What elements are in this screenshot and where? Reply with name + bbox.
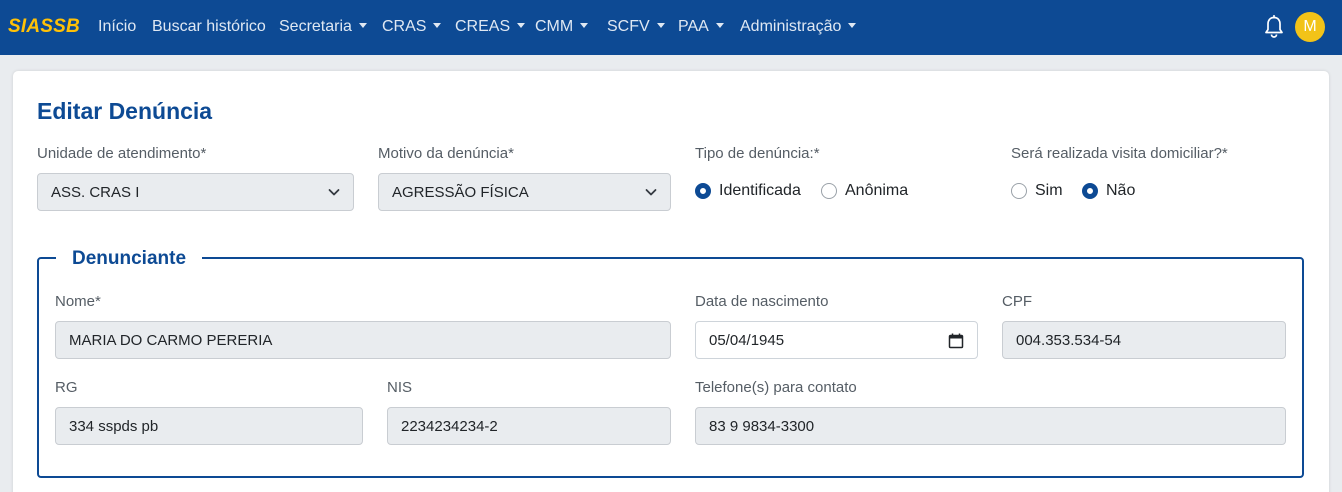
rg-label: RG xyxy=(55,379,78,396)
nav-item-creas[interactable]: CREAS xyxy=(455,18,526,36)
caret-down-icon xyxy=(358,23,367,28)
rg-value: 334 sspds pb xyxy=(69,418,159,435)
radio-identificada[interactable] xyxy=(695,183,711,199)
cpf-value: 004.353.534-54 xyxy=(1016,332,1122,349)
cpf-input[interactable]: 004.353.534-54 xyxy=(1002,321,1286,359)
top-navbar: SIASSB Início Buscar histórico Secretari… xyxy=(0,0,1342,55)
unidade-value: ASS. CRAS I xyxy=(51,184,140,201)
nav-item-secretaria[interactable]: Secretaria xyxy=(279,18,367,36)
caret-down-icon xyxy=(715,23,724,28)
nav-item-label: SCFV xyxy=(607,18,650,35)
radio-sim-label[interactable]: Sim xyxy=(1035,182,1063,200)
caret-down-icon xyxy=(433,23,442,28)
nav-item-label: Administração xyxy=(740,18,842,35)
nav-item-paa[interactable]: PAA xyxy=(678,18,724,36)
caret-down-icon xyxy=(517,23,526,28)
motivo-value: AGRESSÃO FÍSICA xyxy=(392,184,529,201)
cpf-label: CPF xyxy=(1002,293,1032,310)
radio-anonima[interactable] xyxy=(821,183,837,199)
nis-input[interactable]: 2234234234-2 xyxy=(387,407,671,445)
nav-item-label: CREAS xyxy=(455,18,511,35)
radio-nao[interactable] xyxy=(1082,183,1098,199)
caret-down-icon xyxy=(848,23,857,28)
brand-logo[interactable]: SIASSB xyxy=(8,16,80,38)
nascimento-label: Data de nascimento xyxy=(695,293,829,310)
calendar-icon[interactable] xyxy=(948,333,964,349)
bell-icon[interactable] xyxy=(1263,15,1285,39)
nav-item-label: PAA xyxy=(678,18,709,35)
unidade-label: Unidade de atendimento* xyxy=(37,145,207,162)
chevron-down-icon xyxy=(645,189,657,196)
nav-item-inicio[interactable]: Início xyxy=(98,18,136,36)
user-avatar[interactable]: M xyxy=(1295,12,1325,42)
visita-label: Será realizada visita domiciliar?* xyxy=(1011,145,1228,162)
page-title: Editar Denúncia xyxy=(37,98,213,124)
telefone-label: Telefone(s) para contato xyxy=(695,379,857,396)
nav-item-scfv[interactable]: SCFV xyxy=(607,18,665,36)
caret-down-icon xyxy=(580,23,589,28)
motivo-select[interactable]: AGRESSÃO FÍSICA xyxy=(378,173,671,211)
nome-value: MARIA DO CARMO PERERIA xyxy=(69,332,273,349)
nav-item-label: CRAS xyxy=(382,18,427,35)
nav-item-cras[interactable]: CRAS xyxy=(382,18,442,36)
chevron-down-icon xyxy=(328,189,340,196)
telefone-value: 83 9 9834-3300 xyxy=(709,418,815,435)
nis-value: 2234234234-2 xyxy=(401,418,498,435)
nav-item-buscar-historico[interactable]: Buscar histórico xyxy=(152,18,266,36)
radio-nao-label[interactable]: Não xyxy=(1106,182,1135,200)
tipo-label: Tipo de denúncia:* xyxy=(695,145,820,162)
nome-label: Nome* xyxy=(55,293,101,310)
nav-item-cmm[interactable]: CMM xyxy=(535,18,589,36)
caret-down-icon xyxy=(656,23,665,28)
unidade-select[interactable]: ASS. CRAS I xyxy=(37,173,354,211)
nav-item-label: Secretaria xyxy=(279,18,352,35)
motivo-label: Motivo da denúncia* xyxy=(378,145,514,162)
radio-identificada-label[interactable]: Identificada xyxy=(719,182,801,200)
nome-input[interactable]: MARIA DO CARMO PERERIA xyxy=(55,321,671,359)
denunciante-legend: Denunciante xyxy=(56,246,203,272)
nis-label: NIS xyxy=(387,379,413,396)
nascimento-date-input[interactable]: 05/04/1945 xyxy=(695,321,978,359)
telefone-input[interactable]: 83 9 9834-3300 xyxy=(695,407,1286,445)
radio-anonima-label[interactable]: Anônima xyxy=(845,182,908,200)
nascimento-value: 05/04/1945 xyxy=(709,332,785,349)
rg-input[interactable]: 334 sspds pb xyxy=(55,407,363,445)
nav-item-administracao[interactable]: Administração xyxy=(740,18,857,36)
nav-item-label: CMM xyxy=(535,18,574,35)
radio-sim[interactable] xyxy=(1011,183,1027,199)
